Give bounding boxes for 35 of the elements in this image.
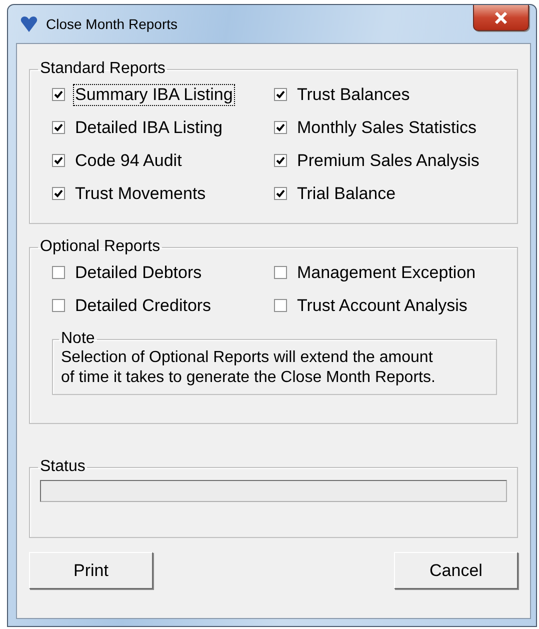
checkbox-label[interactable]: Trust Account Analysis (295, 294, 470, 316)
close-button[interactable] (473, 5, 529, 31)
checkbox[interactable] (274, 154, 287, 167)
checkbox[interactable] (52, 154, 65, 167)
checkbox-label[interactable]: Trial Balance (295, 182, 398, 204)
checkbox[interactable] (274, 266, 287, 279)
checkbox-label[interactable]: Summary IBA Listing (73, 84, 235, 106)
group-title: Standard Reports (39, 60, 166, 78)
group-title: Note (60, 330, 96, 348)
checkbox-label[interactable]: Premium Sales Analysis (295, 150, 482, 172)
checkbox-label[interactable]: Code 94 Audit (73, 150, 184, 172)
checkbox[interactable] (274, 187, 287, 200)
dialog-button[interactable]: Print (29, 552, 153, 589)
checkbox[interactable] (52, 121, 65, 134)
checkbox-label[interactable]: Monthly Sales Statistics (295, 116, 479, 138)
group-title: Status (39, 458, 86, 476)
group-title: Optional Reports (39, 238, 162, 256)
dialog-button[interactable]: Cancel (394, 552, 518, 589)
note-text: Selection of Optional Reports will extend the amount of time it takes to generate the Close Month Reports. (61, 348, 436, 388)
checkbox[interactable] (274, 121, 287, 134)
checkbox-label[interactable]: Management Exception (295, 262, 478, 284)
checkbox-label[interactable]: Trust Movements (73, 182, 208, 204)
checkbox-label[interactable]: Detailed Creditors (73, 294, 214, 316)
checkbox[interactable] (52, 88, 65, 101)
checkbox-label[interactable]: Detailed IBA Listing (73, 116, 224, 138)
window-title: Close Month Reports (46, 16, 178, 32)
close-icon (494, 12, 508, 24)
checkbox[interactable] (52, 187, 65, 200)
checkbox-label[interactable]: Detailed Debtors (73, 262, 204, 284)
checkbox[interactable] (274, 88, 287, 101)
heart-icon (20, 15, 38, 33)
checkbox-label[interactable]: Trust Balances (295, 84, 412, 106)
checkbox[interactable] (52, 299, 65, 312)
checkbox[interactable] (52, 266, 65, 279)
checkbox[interactable] (274, 299, 287, 312)
